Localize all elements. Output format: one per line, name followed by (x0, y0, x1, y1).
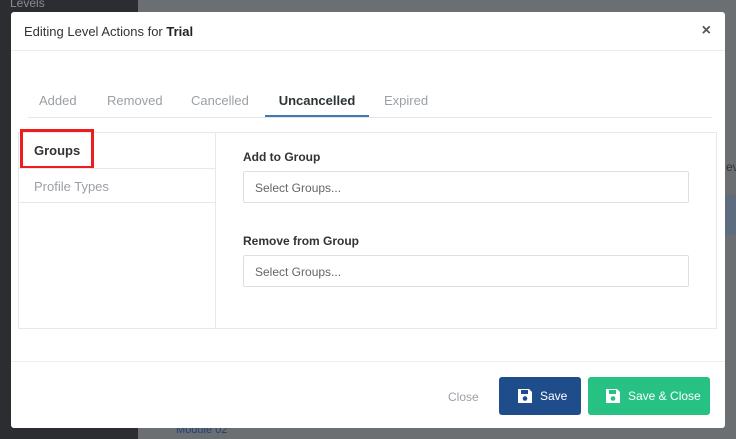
tab-expired[interactable]: Expired (384, 93, 428, 117)
modal-title-level: Trial (166, 24, 194, 39)
tab-cancelled[interactable]: Cancelled (191, 93, 249, 117)
actions-panel: Groups Profile Types Add to Group Select… (18, 129, 717, 329)
floppy-disk-icon (518, 389, 532, 403)
modal-footer: Close Save Save & Close (11, 361, 725, 428)
save-button[interactable]: Save (499, 377, 581, 415)
tab-removed[interactable]: Removed (107, 93, 163, 117)
background-sidebar-label: Levels (10, 0, 45, 10)
floppy-disk-icon (606, 389, 620, 403)
nav-item-groups[interactable]: Groups (19, 129, 215, 169)
remove-from-group-label: Remove from Group (243, 234, 360, 248)
modal-header: Editing Level Actions for Trial × (11, 12, 725, 51)
close-icon[interactable]: × (702, 22, 711, 40)
nav-item-profile-types[interactable]: Profile Types (19, 168, 215, 203)
modal-title-prefix: Editing Level Actions for (24, 24, 167, 39)
action-tabs: Added Removed Cancelled Uncancelled Expi… (28, 87, 712, 118)
save-button-label: Save (540, 389, 568, 403)
modal-title: Editing Level Actions for Trial (24, 24, 193, 39)
background-clipped-text: ev (726, 160, 736, 174)
save-and-close-button-label: Save & Close (628, 389, 701, 403)
left-nav: Groups Profile Types (19, 129, 216, 328)
tab-uncancelled[interactable]: Uncancelled (265, 93, 369, 117)
add-to-group-label: Add to Group (243, 150, 321, 164)
background-scroll-indicator (725, 195, 736, 235)
nav-item-profile-types-label: Profile Types (34, 179, 109, 194)
tab-added[interactable]: Added (39, 93, 77, 117)
add-to-group-select[interactable]: Select Groups... (243, 171, 689, 203)
level-actions-modal: Editing Level Actions for Trial × Added … (11, 12, 725, 428)
highlight-box (20, 129, 94, 169)
close-button[interactable]: Close (448, 390, 479, 404)
save-and-close-button[interactable]: Save & Close (588, 377, 710, 415)
remove-from-group-select[interactable]: Select Groups... (243, 255, 689, 287)
